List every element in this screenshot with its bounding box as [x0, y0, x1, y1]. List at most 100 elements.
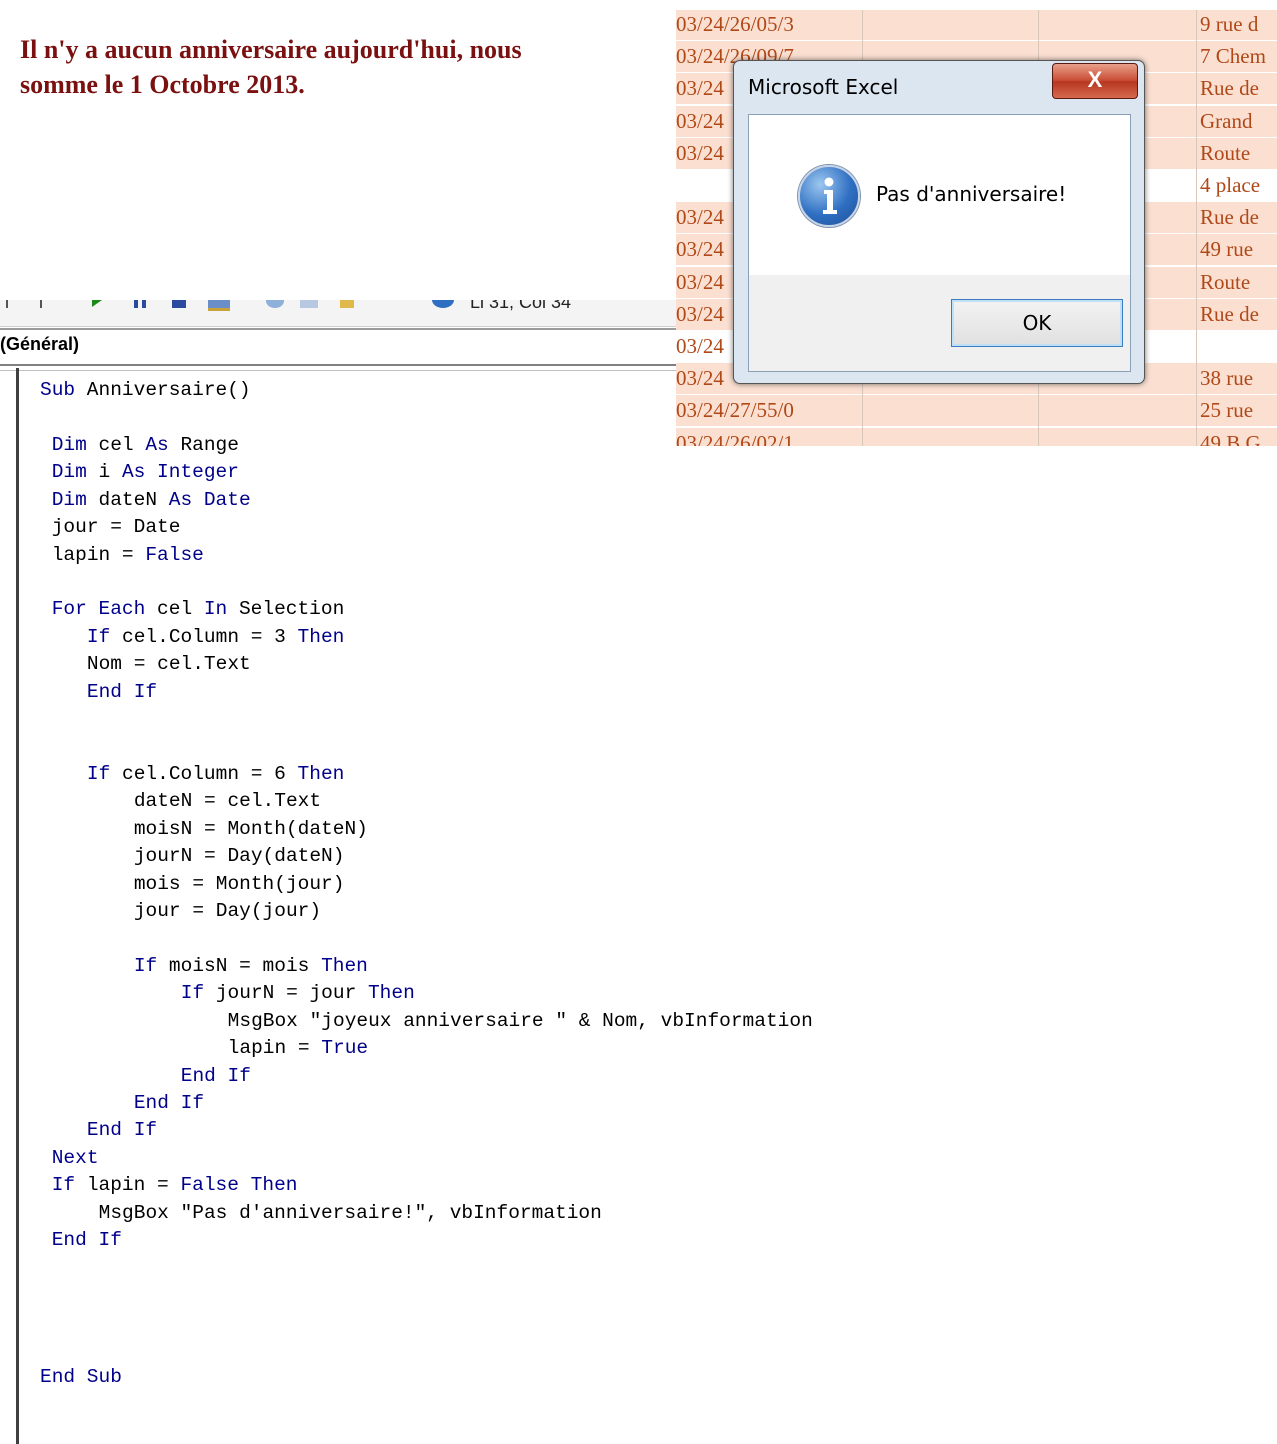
sheet-cell-address[interactable]: 49 B G	[1200, 431, 1261, 446]
code-line[interactable]: Dim i As Integer	[52, 460, 239, 484]
design-mode-icon[interactable]	[208, 300, 230, 311]
code-line[interactable]: mois = Month(jour)	[134, 872, 345, 896]
information-icon	[798, 165, 860, 227]
sheet-cell-id[interactable]: 03/24/27/55/0	[676, 398, 794, 423]
sheet-cell-id[interactable]: 03/24	[676, 366, 724, 391]
sheet-cell-address[interactable]: Rue de	[1200, 302, 1259, 327]
code-line[interactable]: Dim cel As Range	[52, 433, 239, 457]
sheet-cell-address[interactable]: Rue de	[1200, 76, 1259, 101]
stop-icon[interactable]	[172, 300, 186, 308]
code-line[interactable]: moisN = Month(dateN)	[134, 817, 368, 841]
code-keyword: Dim	[51, 488, 87, 511]
code-text: moisN = mois	[157, 954, 322, 977]
sheet-cell-id[interactable]: 03/24	[676, 237, 724, 262]
code-line[interactable]: Nom = cel.Text	[87, 652, 251, 676]
sheet-cell-id[interactable]: 03/24	[676, 334, 724, 359]
sheet-cell-id[interactable]: 03/24	[676, 76, 724, 101]
sheet-cell-address[interactable]: 7 Chem	[1200, 44, 1266, 69]
code-text: jour = Date	[51, 516, 181, 539]
code-line[interactable]: End If	[181, 1064, 251, 1088]
code-keyword: As	[168, 488, 193, 511]
code-line[interactable]: dateN = cel.Text	[134, 789, 321, 813]
sheet-cell-address[interactable]: Route	[1200, 270, 1250, 295]
sheet-cell-address[interactable]: 9 rue d	[1200, 12, 1258, 37]
code-line[interactable]: Dim dateN As Date	[52, 488, 251, 512]
code-keyword: End If	[51, 1229, 122, 1252]
code-keyword: True	[321, 1037, 369, 1060]
code-line[interactable]: If cel.Column = 3 Then	[87, 625, 344, 649]
code-line[interactable]: jourN = Day(dateN)	[134, 844, 345, 868]
code-keyword: If	[133, 954, 158, 977]
code-line[interactable]: For Each cel In Selection	[52, 597, 345, 621]
sheet-cell-address[interactable]: Rue de	[1200, 205, 1259, 230]
properties-icon[interactable]	[300, 300, 318, 308]
code-keyword: False	[145, 543, 204, 566]
code-line[interactable]: End If	[87, 680, 157, 704]
code-line[interactable]: End If	[52, 1228, 122, 1252]
object-browser-icon[interactable]	[340, 300, 354, 308]
code-text: MsgBox "joyeux anniversaire " & Nom, vbI…	[227, 1009, 813, 1032]
code-text: lapin =	[75, 1174, 181, 1197]
sheet-cell-address[interactable]: 49 rue	[1200, 237, 1253, 262]
pause-icon[interactable]	[134, 300, 146, 308]
sheet-cell-address[interactable]: 4 place	[1200, 173, 1260, 198]
vba-editor: Li 31, Col 34 (Général) Sub Anniversaire…	[0, 300, 813, 1444]
code-line[interactable]: End If	[134, 1091, 204, 1115]
code-keyword: If	[86, 625, 111, 648]
sheet-cell-id[interactable]: 03/24/26/05/3	[676, 12, 794, 37]
code-line[interactable]: lapin = False	[52, 543, 204, 567]
redo-icon[interactable]	[40, 300, 46, 308]
code-text: dateN = cel.Text	[133, 790, 322, 813]
code-keyword: Dim	[51, 461, 87, 484]
code-keyword: End If	[86, 1119, 158, 1142]
code-line[interactable]: End Sub	[40, 1365, 122, 1389]
code-line[interactable]: End If	[87, 1118, 157, 1142]
sheet-cell-id[interactable]: 03/24	[676, 270, 724, 295]
code-line[interactable]: If cel.Column = 6 Then	[87, 762, 344, 786]
sheet-cell-id[interactable]: 03/24/26/02/1	[676, 431, 794, 446]
sheet-cell-id[interactable]: 03/24	[676, 141, 724, 166]
code-text: cel.Column = 6	[110, 762, 298, 785]
code-text: jour = Day(jour)	[133, 899, 322, 922]
sheet-cell-address[interactable]: Route	[1200, 141, 1250, 166]
code-pane-top-border	[0, 364, 676, 371]
ok-button-label: OK	[1022, 311, 1052, 335]
code-keyword: Then	[321, 954, 368, 977]
sheet-cell-id[interactable]: 03/24	[676, 109, 724, 134]
run-icon[interactable]	[92, 300, 102, 307]
code-line[interactable]: If jourN = jour Then	[181, 981, 415, 1005]
code-line[interactable]: MsgBox "joyeux anniversaire " & Nom, vbI…	[228, 1009, 813, 1033]
dialog-body: Pas d'anniversaire! OK	[748, 114, 1131, 372]
code-line[interactable]: Next	[52, 1146, 99, 1170]
code-line[interactable]: If moisN = mois Then	[134, 954, 368, 978]
sheet-cell-id[interactable]: 03/24	[676, 302, 724, 327]
code-line[interactable]: jour = Date	[52, 515, 181, 539]
close-button[interactable]: X	[1052, 63, 1138, 99]
code-line[interactable]: MsgBox "Pas d'anniversaire!", vbInformat…	[99, 1201, 602, 1225]
code-line[interactable]: Sub Anniversaire()	[40, 378, 251, 402]
project-explorer-icon[interactable]	[266, 300, 284, 308]
code-keyword: If	[51, 1174, 76, 1197]
code-text: cel	[86, 433, 146, 456]
editor-toolbar: Li 31, Col 34	[0, 300, 676, 327]
code-text: mois = Month(jour)	[133, 872, 345, 895]
code-text: lapin =	[51, 543, 146, 566]
code-line[interactable]: jour = Day(jour)	[134, 899, 321, 923]
object-combo[interactable]: (Général)	[0, 334, 79, 355]
ok-button[interactable]: OK	[951, 299, 1123, 347]
code-keyword: End If	[133, 1091, 205, 1114]
code-line[interactable]: If lapin = False Then	[52, 1173, 298, 1197]
undo-icon[interactable]	[6, 300, 12, 308]
code-text: Selection	[227, 598, 345, 621]
sheet-cell-address[interactable]: 38 rue	[1200, 366, 1253, 391]
code-text: cel	[145, 598, 204, 621]
sheet-cell-id[interactable]: 03/24	[676, 205, 724, 230]
code-keyword: As	[145, 433, 169, 456]
sheet-cell-address[interactable]: Grand	[1200, 109, 1252, 134]
code-line[interactable]: lapin = True	[228, 1036, 368, 1060]
sheet-cell-address[interactable]: 25 rue	[1200, 398, 1253, 423]
help-icon[interactable]	[432, 300, 454, 308]
code-keyword: Sub	[40, 379, 76, 401]
code-text: MsgBox "Pas d'anniversaire!", vbInformat…	[98, 1201, 602, 1224]
toolbox-icon[interactable]	[384, 300, 398, 308]
